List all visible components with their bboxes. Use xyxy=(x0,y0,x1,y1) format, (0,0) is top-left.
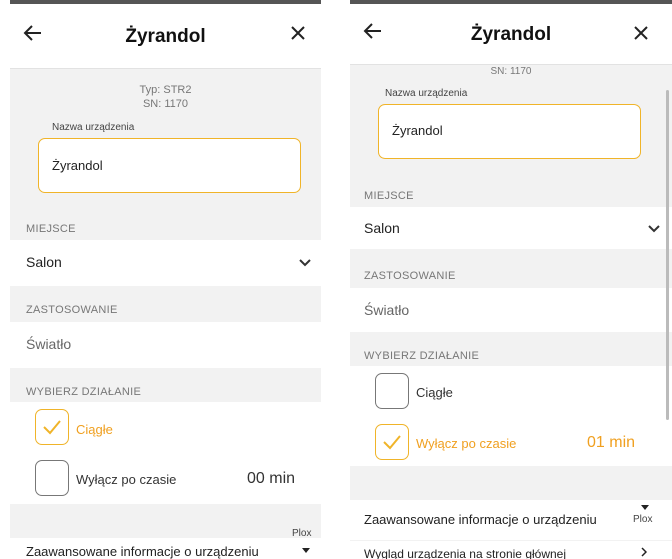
timed-off-checkbox[interactable] xyxy=(375,424,409,460)
timer-value[interactable]: 01 min xyxy=(587,434,635,452)
timed-off-option-label[interactable]: Wyłącz po czasie xyxy=(76,472,176,487)
advanced-info-row[interactable]: Zaawansowane informacje o urządzeniu Plo… xyxy=(350,500,672,540)
place-label: MIEJSCE xyxy=(26,223,76,235)
action-options: Ciągłe Wyłącz po czasie 01 min xyxy=(350,366,672,466)
chevron-down-icon xyxy=(299,259,311,267)
usage-label: ZASTOSOWANIE xyxy=(26,304,118,316)
chevron-down-icon xyxy=(648,225,660,233)
device-type: Typ: STR2 xyxy=(139,84,192,96)
page-title: Żyrandol xyxy=(125,26,206,47)
place-label: MIEJSCE xyxy=(364,190,414,202)
advanced-info-label: Zaawansowane informacje o urządzeniu xyxy=(364,512,597,527)
main-view-label: Wygląd urządzenia na stronie głównej xyxy=(364,547,567,559)
close-icon[interactable] xyxy=(632,24,650,42)
plox-label: Plox xyxy=(633,514,653,525)
usage-row: Światło xyxy=(350,288,672,332)
usage-row: Światło xyxy=(10,322,321,368)
usage-label: ZASTOSOWANIE xyxy=(364,270,456,282)
place-value: Salon xyxy=(26,254,62,270)
continuous-option-label[interactable]: Ciągłe xyxy=(416,385,453,400)
header: Żyrandol xyxy=(350,4,672,65)
usage-value: Światło xyxy=(364,302,410,318)
plox-label: Plox xyxy=(292,528,312,539)
right-screen: Żyrandol SN: 1170 Nazwa urządzenia Żyran… xyxy=(350,0,672,559)
name-field-value[interactable]: Żyrandol xyxy=(392,123,443,138)
action-options: Ciągłe Wyłącz po czasie 00 min xyxy=(10,402,321,504)
page-title: Żyrandol xyxy=(470,24,552,45)
name-field[interactable]: Żyrandol xyxy=(378,104,641,159)
device-serial: SN: 1170 xyxy=(142,98,189,110)
continuous-option-label[interactable]: Ciągłe xyxy=(76,422,113,437)
continuous-checkbox[interactable] xyxy=(375,373,409,409)
timed-off-option-label[interactable]: Wyłącz po czasie xyxy=(416,436,516,451)
name-field-value[interactable]: Żyrandol xyxy=(52,158,103,173)
checkmark-icon xyxy=(43,420,61,435)
close-icon[interactable] xyxy=(289,24,307,42)
place-value: Salon xyxy=(364,220,400,236)
usage-value: Światło xyxy=(26,336,72,352)
advanced-info-row[interactable]: Zaawansowane informacje o urządzeniu xyxy=(10,538,321,559)
checkmark-icon xyxy=(383,435,401,450)
device-serial: SN: 1170 xyxy=(490,66,532,77)
timed-off-checkbox[interactable] xyxy=(35,460,69,496)
left-screen: Żyrandol Typ: STR2 SN: 1170 Nazwa urządz… xyxy=(10,0,321,559)
main-view-row[interactable]: Wygląd urządzenia na stronie głównej xyxy=(350,541,672,559)
timer-value[interactable]: 00 min xyxy=(247,470,295,488)
header: Żyrandol xyxy=(10,4,321,69)
name-field-label: Nazwa urządzenia xyxy=(385,88,468,99)
action-label: WYBIERZ DZIAŁANIE xyxy=(26,386,142,398)
place-select[interactable]: Salon xyxy=(10,240,321,286)
action-label: WYBIERZ DZIAŁANIE xyxy=(364,350,480,362)
place-select[interactable]: Salon xyxy=(350,207,672,249)
scrollbar[interactable] xyxy=(666,90,669,420)
advanced-info-label: Zaawansowane informacje o urządzeniu xyxy=(26,544,259,559)
dropdown-arrow-icon xyxy=(302,548,310,553)
dropdown-arrow-icon xyxy=(641,505,649,510)
chevron-right-icon xyxy=(641,547,647,557)
continuous-checkbox[interactable] xyxy=(35,409,69,445)
name-field-label: Nazwa urządzenia xyxy=(52,122,135,133)
name-field[interactable]: Żyrandol xyxy=(38,138,301,193)
